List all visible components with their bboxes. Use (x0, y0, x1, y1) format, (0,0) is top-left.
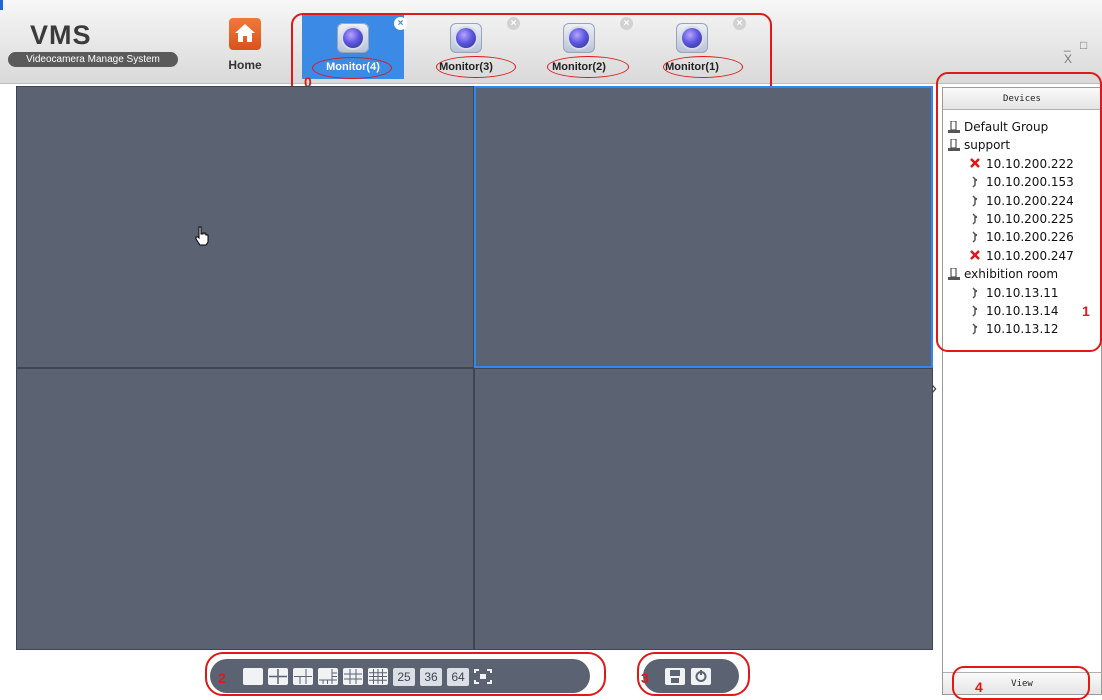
hand-cursor-icon (194, 226, 210, 251)
corner-marker (0, 0, 3, 10)
annotation-box-3 (637, 652, 750, 696)
annotation-label-3: 3 (641, 670, 649, 686)
window-controls[interactable]: _ □ X (1064, 38, 1102, 66)
home-label: Home (228, 58, 262, 72)
annotation-label-2: 2 (218, 670, 226, 686)
brand-subtitle: Videocamera Manage System (8, 52, 178, 67)
monitor-grid (16, 86, 933, 650)
brand-title: VMS (30, 20, 92, 50)
annotation-box-4 (952, 666, 1090, 700)
home-button[interactable]: Home (221, 18, 269, 78)
home-icon (229, 18, 261, 50)
annotation-box-2 (205, 652, 606, 696)
brand-logo: VMS Videocamera Manage System (8, 14, 188, 70)
annotation-label-1: 1 (1082, 303, 1090, 319)
annotation-box-1 (936, 72, 1102, 352)
video-pane-2[interactable] (474, 86, 933, 368)
annotation-label-4: 4 (975, 679, 983, 695)
video-pane-3[interactable] (16, 368, 474, 650)
collapse-panel-icon[interactable]: › (931, 378, 937, 399)
app-window: VMS Videocamera Manage System Home × Mon… (0, 0, 1102, 700)
video-pane-1[interactable] (16, 86, 474, 368)
video-pane-4[interactable] (474, 368, 933, 650)
